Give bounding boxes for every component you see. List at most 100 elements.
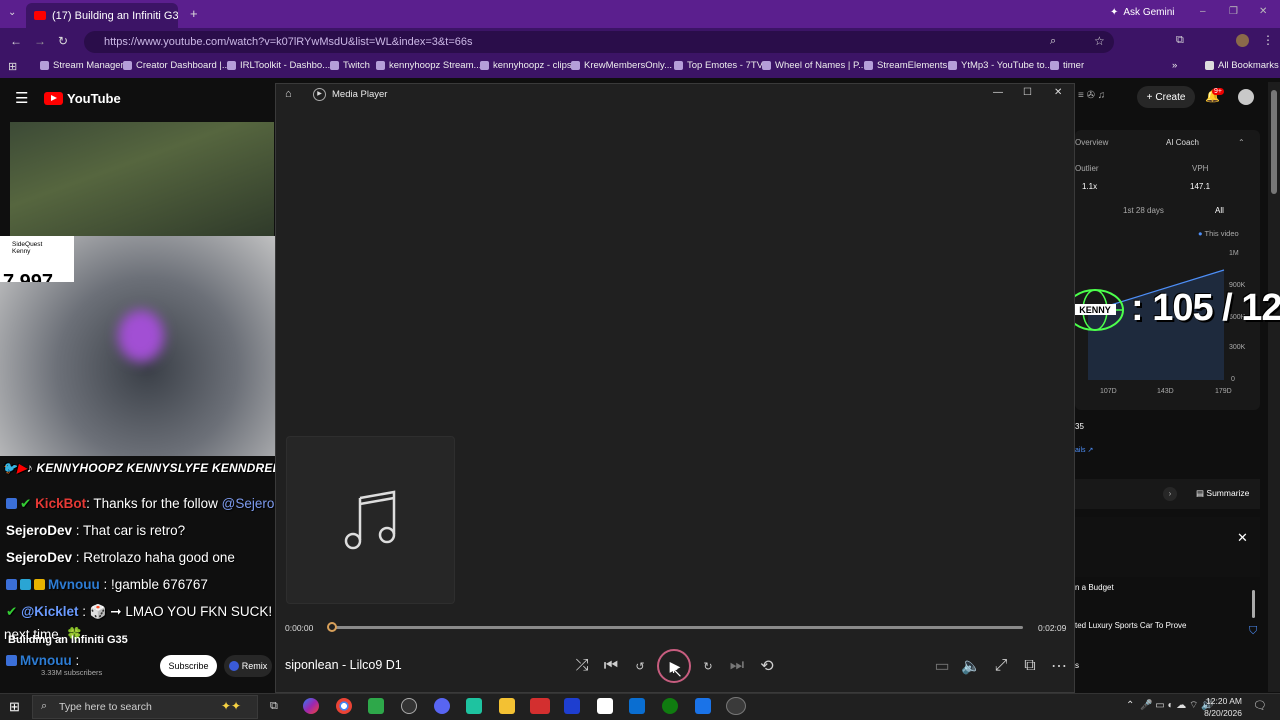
app-icon[interactable] xyxy=(466,698,482,714)
shield-icon[interactable]: ⛉ xyxy=(1249,625,1257,638)
seek-bar[interactable] xyxy=(332,626,1023,629)
profile-avatar[interactable] xyxy=(1236,34,1249,47)
video-thumbnail[interactable] xyxy=(10,122,274,237)
bookmark-item[interactable]: kennyhoopz Stream... xyxy=(376,60,481,71)
rewind-10-icon[interactable]: ↺ xyxy=(631,657,649,675)
restore-window-icon[interactable]: ❐ xyxy=(1229,6,1238,17)
bookmark-item[interactable]: timer xyxy=(1050,60,1084,71)
bookmark-item[interactable]: YtMp3 - YouTube to... xyxy=(948,60,1053,71)
volume-icon[interactable]: 🔈 xyxy=(961,657,981,675)
y-tick: 300K xyxy=(1229,344,1246,351)
repeat-off-icon[interactable]: ⟲ xyxy=(758,657,776,675)
seek-knob[interactable] xyxy=(327,622,337,632)
bookmark-item[interactable]: Creator Dashboard |... xyxy=(123,60,230,71)
hamburger-menu-icon[interactable]: ☰ xyxy=(15,89,28,107)
voicemeeter-icon[interactable] xyxy=(530,698,550,714)
bookmark-favicon-icon xyxy=(948,61,957,70)
subscribe-button[interactable]: Subscribe xyxy=(160,655,217,677)
recommended-title[interactable]: n a Budget xyxy=(1075,583,1114,592)
ask-gemini-button[interactable]: ✦ Ask Gemini xyxy=(1110,7,1175,18)
task-view-icon[interactable]: ⧉ xyxy=(270,700,278,713)
mini-player-icon[interactable]: ⧉ xyxy=(1021,657,1039,675)
forward-arrow-icon[interactable]: → xyxy=(34,34,46,48)
recommended-title[interactable]: ted Luxury Sports Car To Prove xyxy=(1075,621,1186,630)
list-scrollbar[interactable] xyxy=(1252,590,1255,618)
bookmark-item[interactable]: Wheel of Names | P... xyxy=(762,60,866,71)
fullscreen-icon[interactable]: ⤢ xyxy=(992,657,1010,675)
details-link[interactable]: ails ↗ xyxy=(1075,446,1093,454)
bookmark-star-icon[interactable]: ☆ xyxy=(1094,34,1105,48)
outlook-icon[interactable] xyxy=(629,698,645,714)
close-card-icon[interactable]: ✕ xyxy=(1237,530,1248,546)
chrome-icon[interactable] xyxy=(336,698,352,714)
create-button[interactable]: + Create xyxy=(1137,86,1195,108)
bookmark-item[interactable]: StreamElements xyxy=(864,60,947,71)
minimize-window-icon[interactable]: – xyxy=(1200,6,1206,17)
browser-menu-icon[interactable]: ⋮ xyxy=(1262,33,1274,47)
file-explorer-icon[interactable] xyxy=(499,698,515,714)
taskbar-clock[interactable]: 12:20 AM 8/20/2026 xyxy=(1200,695,1242,719)
mp-minimize-icon[interactable]: — xyxy=(993,87,1003,98)
apps-grid-icon[interactable]: ⊞ xyxy=(8,60,17,73)
tab-ai-coach[interactable]: AI Coach xyxy=(1166,138,1199,147)
previous-track-icon[interactable]: ⏮ xyxy=(602,657,620,675)
tab-search-icon[interactable]: ⌄ xyxy=(8,7,16,18)
windows-start-icon[interactable]: ⊞ xyxy=(9,699,20,715)
browser-tab-active[interactable]: (17) Building an Infiniti G35 - Yo ✕ xyxy=(26,3,178,28)
summarize-button[interactable]: ▤ Summarize xyxy=(1196,488,1249,499)
obs-icon[interactable] xyxy=(401,698,417,714)
more-options-icon[interactable]: ⋯ xyxy=(1050,657,1068,675)
y-tick: 1M xyxy=(1229,250,1239,257)
bookmark-item[interactable]: Twitch xyxy=(330,60,370,71)
extensions-icon[interactable]: ⧉ xyxy=(1176,34,1184,47)
mp-maximize-icon[interactable]: ☐ xyxy=(1023,87,1032,98)
clock-time: 12:20 AM xyxy=(1206,696,1242,706)
bookmark-item[interactable]: kennyhoopz - clips xyxy=(480,60,572,71)
youtube-icon: ▶ xyxy=(17,461,27,475)
recommended-title[interactable]: s xyxy=(1075,661,1079,670)
copilot-icon[interactable] xyxy=(303,698,319,714)
youtube-logo[interactable]: YouTube xyxy=(44,91,121,106)
discord-icon[interactable] xyxy=(434,698,450,714)
url-field[interactable]: https://www.youtube.com/watch?v=k07lRYwM… xyxy=(84,31,1114,53)
range-all[interactable]: All xyxy=(1215,206,1224,215)
app-icon[interactable] xyxy=(564,698,580,714)
xbox-icon[interactable] xyxy=(662,698,678,714)
close-window-icon[interactable]: ✕ xyxy=(1259,6,1267,17)
shuffle-icon[interactable]: ⤮ xyxy=(573,657,591,675)
caption-icon[interactable]: ▭ xyxy=(933,657,951,675)
notification-center-icon[interactable]: 🗨 xyxy=(1253,699,1267,712)
tray-overflow-icon[interactable]: ⌃ xyxy=(1126,700,1134,711)
tab-overview[interactable]: Overview xyxy=(1075,138,1108,147)
range-28-days[interactable]: 1st 28 days xyxy=(1123,206,1164,215)
yt-header-icons[interactable]: ≡ ✇ ♫ xyxy=(1078,90,1105,101)
home-icon[interactable]: ⌂ xyxy=(285,88,292,100)
youtube-play-logo-icon xyxy=(44,92,63,105)
bookmark-item[interactable]: IRLToolkit - Dashbo... xyxy=(227,60,330,71)
channel-avatar[interactable] xyxy=(1238,89,1254,105)
store-icon[interactable] xyxy=(368,698,384,714)
bookmark-item[interactable]: KrewMembersOnly... xyxy=(571,60,672,71)
bookmark-favicon-icon xyxy=(227,61,236,70)
chevron-right-icon[interactable]: › xyxy=(1163,487,1177,501)
all-bookmarks-button[interactable]: All Bookmarks xyxy=(1205,60,1279,71)
next-track-icon[interactable]: ⏭ xyxy=(728,657,746,675)
bookmark-item[interactable]: Top Emotes - 7TV xyxy=(674,60,763,71)
new-tab-icon[interactable]: + xyxy=(190,6,198,21)
bookmark-favicon-icon xyxy=(376,61,385,70)
reload-icon[interactable]: ↻ xyxy=(58,34,68,48)
bookmark-item[interactable]: Stream Manager xyxy=(40,60,124,71)
zoom-icon[interactable]: ⌕ xyxy=(1050,35,1056,48)
app-icon[interactable] xyxy=(695,698,711,714)
back-arrow-icon[interactable]: ← xyxy=(10,34,22,48)
tab-title: (17) Building an Infiniti G35 - Yo xyxy=(52,9,178,22)
page-scroll-thumb[interactable] xyxy=(1271,90,1277,194)
remix-button[interactable]: Remix xyxy=(224,655,272,677)
bookmarks-overflow-icon[interactable]: » xyxy=(1172,60,1177,71)
taskbar-search-field[interactable]: ⌕ Type here to search ✦✦ xyxy=(32,695,258,719)
media-player-taskbar-icon[interactable] xyxy=(726,697,746,715)
forward-30-icon[interactable]: ↻ xyxy=(699,657,717,675)
collapse-chevron-icon[interactable]: ⌃ xyxy=(1238,138,1245,147)
mp-close-icon[interactable]: ✕ xyxy=(1054,87,1062,98)
capcut-icon[interactable] xyxy=(597,698,613,714)
